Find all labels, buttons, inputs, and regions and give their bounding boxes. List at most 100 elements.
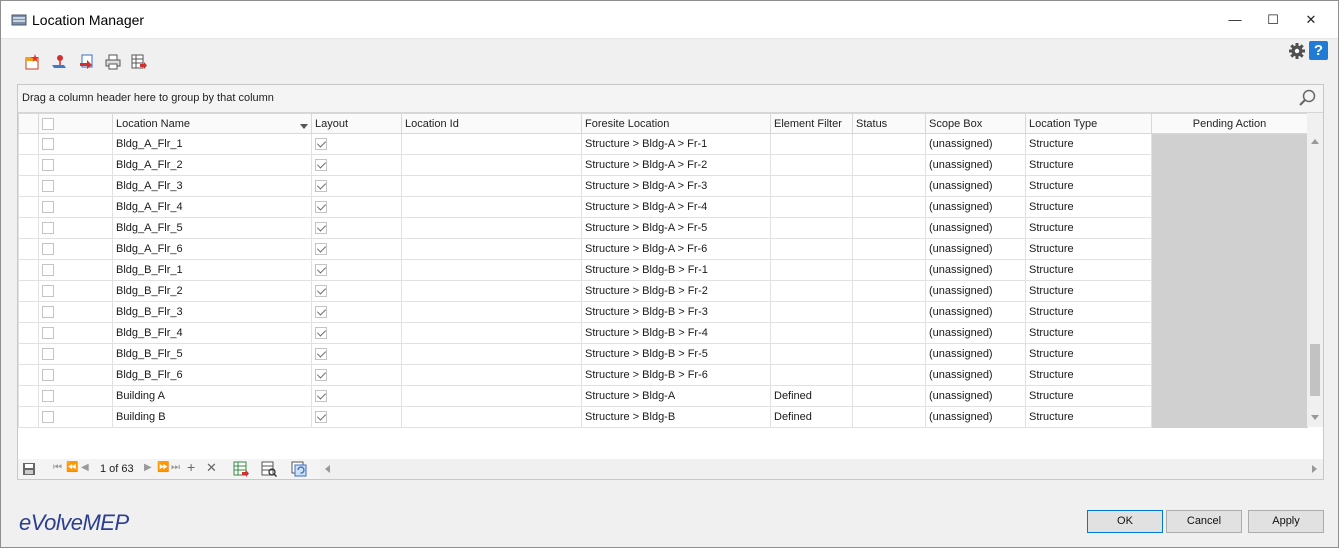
scope-box-cell[interactable]: (unassigned) <box>925 133 1026 155</box>
next-page-icon[interactable]: ⏩ <box>157 462 169 473</box>
foresite-location-cell[interactable]: Structure > Bldg-B <box>581 406 771 428</box>
table-row[interactable]: Building A Structure > Bldg-A Defined (unas… <box>18 385 1308 407</box>
layout-cell[interactable] <box>311 385 402 407</box>
layout-checkbox[interactable] <box>315 264 327 277</box>
column-header-location-name[interactable]: Location Name <box>112 113 312 134</box>
group-by-panel[interactable]: Drag a column header here to group by th… <box>18 85 1323 113</box>
foresite-location-cell[interactable]: Structure > Bldg-B > Fr-2 <box>581 280 771 302</box>
edit-location-icon[interactable] <box>50 53 68 71</box>
location-id-cell[interactable] <box>401 238 582 260</box>
element-filter-cell[interactable] <box>770 343 853 365</box>
location-name-cell[interactable]: Bldg_B_Flr_1 <box>112 259 312 281</box>
row-select-checkbox[interactable] <box>42 243 54 256</box>
layout-checkbox[interactable] <box>315 348 327 361</box>
previous-record-icon[interactable]: ◀ <box>81 462 89 473</box>
location-id-cell[interactable] <box>401 343 582 365</box>
element-filter-cell[interactable] <box>770 154 853 176</box>
row-select-checkbox[interactable] <box>42 264 54 277</box>
layout-checkbox[interactable] <box>315 222 327 235</box>
element-filter-cell[interactable] <box>770 280 853 302</box>
table-row[interactable]: Bldg_A_Flr_6 Structure > Bldg-A > Fr-6 (un… <box>18 238 1308 260</box>
row-indicator-cell[interactable] <box>18 343 39 365</box>
location-id-cell[interactable] <box>401 301 582 323</box>
scope-box-cell[interactable]: (unassigned) <box>925 196 1026 218</box>
first-page-icon[interactable]: ⏮ <box>53 462 62 473</box>
location-name-cell[interactable]: Bldg_A_Flr_3 <box>112 175 312 197</box>
scope-box-cell[interactable]: (unassigned) <box>925 175 1026 197</box>
layout-cell[interactable] <box>311 154 402 176</box>
row-select-checkbox[interactable] <box>42 327 54 340</box>
last-page-icon[interactable]: ⏭ <box>171 462 180 473</box>
row-select-checkbox[interactable] <box>42 159 54 172</box>
row-indicator-cell[interactable] <box>18 322 39 344</box>
add-record-icon[interactable]: + <box>187 459 195 475</box>
location-name-cell[interactable]: Bldg_A_Flr_5 <box>112 217 312 239</box>
row-indicator-cell[interactable] <box>18 385 39 407</box>
layout-checkbox[interactable] <box>315 159 327 172</box>
layout-cell[interactable] <box>311 343 402 365</box>
foresite-location-cell[interactable]: Structure > Bldg-A > Fr-2 <box>581 154 771 176</box>
row-select-cell[interactable] <box>38 280 113 302</box>
layout-checkbox[interactable] <box>315 243 327 256</box>
location-id-cell[interactable] <box>401 217 582 239</box>
status-cell[interactable] <box>852 322 926 344</box>
location-type-cell[interactable]: Structure <box>1025 385 1152 407</box>
next-record-icon[interactable]: ▶ <box>144 462 152 473</box>
layout-checkbox[interactable] <box>315 306 327 319</box>
help-icon[interactable]: ? <box>1309 41 1328 60</box>
scope-box-cell[interactable]: (unassigned) <box>925 406 1026 428</box>
row-select-cell[interactable] <box>38 301 113 323</box>
status-cell[interactable] <box>852 217 926 239</box>
foresite-location-cell[interactable]: Structure > Bldg-B > Fr-6 <box>581 364 771 386</box>
row-select-checkbox[interactable] <box>42 201 54 214</box>
sort-descending-icon[interactable] <box>300 123 308 129</box>
table-row[interactable]: Bldg_A_Flr_1 Structure > Bldg-A > Fr-1 (un… <box>18 133 1308 155</box>
table-row[interactable]: Bldg_B_Flr_2 Structure > Bldg-B > Fr-2 (un… <box>18 280 1308 302</box>
row-select-checkbox[interactable] <box>42 138 54 151</box>
table-row[interactable]: Bldg_A_Flr_3 Structure > Bldg-A > Fr-3 (un… <box>18 175 1308 197</box>
table-row[interactable]: Bldg_A_Flr_4 Structure > Bldg-A > Fr-4 (un… <box>18 196 1308 218</box>
scope-box-cell[interactable]: (unassigned) <box>925 154 1026 176</box>
location-name-cell[interactable]: Bldg_B_Flr_4 <box>112 322 312 344</box>
layout-cell[interactable] <box>311 238 402 260</box>
scroll-down-icon[interactable] <box>1311 415 1319 420</box>
foresite-location-cell[interactable]: Structure > Bldg-B > Fr-4 <box>581 322 771 344</box>
location-name-cell[interactable]: Bldg_A_Flr_6 <box>112 238 312 260</box>
location-id-cell[interactable] <box>401 385 582 407</box>
location-id-cell[interactable] <box>401 175 582 197</box>
new-location-icon[interactable] <box>23 53 41 71</box>
status-cell[interactable] <box>852 280 926 302</box>
location-type-cell[interactable]: Structure <box>1025 343 1152 365</box>
row-select-cell[interactable] <box>38 406 113 428</box>
row-indicator-cell[interactable] <box>18 196 39 218</box>
location-name-cell[interactable]: Building B <box>112 406 312 428</box>
foresite-location-cell[interactable]: Structure > Bldg-A > Fr-3 <box>581 175 771 197</box>
scope-box-cell[interactable]: (unassigned) <box>925 385 1026 407</box>
status-cell[interactable] <box>852 133 926 155</box>
row-select-cell[interactable] <box>38 343 113 365</box>
row-select-cell[interactable] <box>38 196 113 218</box>
layout-cell[interactable] <box>311 364 402 386</box>
layout-cell[interactable] <box>311 133 402 155</box>
cancel-button[interactable]: Cancel <box>1166 510 1242 533</box>
layout-cell[interactable] <box>311 280 402 302</box>
location-type-cell[interactable]: Structure <box>1025 322 1152 344</box>
row-select-cell[interactable] <box>38 364 113 386</box>
scope-box-cell[interactable]: (unassigned) <box>925 217 1026 239</box>
scope-box-cell[interactable]: (unassigned) <box>925 364 1026 386</box>
layout-checkbox[interactable] <box>315 327 327 340</box>
scroll-right-icon[interactable] <box>1312 465 1317 473</box>
row-indicator-cell[interactable] <box>18 301 39 323</box>
row-indicator-cell[interactable] <box>18 238 39 260</box>
location-type-cell[interactable]: Structure <box>1025 175 1152 197</box>
row-select-checkbox[interactable] <box>42 306 54 319</box>
layout-cell[interactable] <box>311 406 402 428</box>
scope-box-cell[interactable]: (unassigned) <box>925 322 1026 344</box>
scope-box-cell[interactable]: (unassigned) <box>925 259 1026 281</box>
row-indicator-cell[interactable] <box>18 217 39 239</box>
row-indicator-cell[interactable] <box>18 280 39 302</box>
scope-box-cell[interactable]: (unassigned) <box>925 301 1026 323</box>
table-row[interactable]: Bldg_B_Flr_6 Structure > Bldg-B > Fr-6 (un… <box>18 364 1308 386</box>
layout-checkbox[interactable] <box>315 180 327 193</box>
element-filter-cell[interactable]: Defined <box>770 385 853 407</box>
